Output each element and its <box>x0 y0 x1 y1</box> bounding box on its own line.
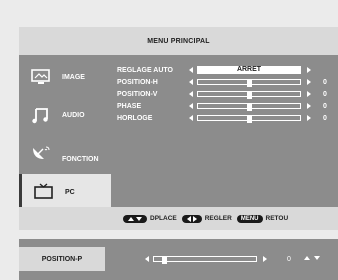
quick-label: POSITION-P <box>19 247 105 271</box>
tv-icon <box>34 183 53 199</box>
sidebar-item-label: IMAGE <box>62 73 85 81</box>
slider-thumb[interactable] <box>247 79 252 87</box>
setting-horloge[interactable]: HORLOGE 0 <box>117 114 338 125</box>
left-arrow-icon[interactable] <box>189 91 193 97</box>
slider-value: 0 <box>287 256 291 263</box>
left-arrow-icon[interactable] <box>189 67 193 73</box>
setting-label: POSITION-H <box>117 79 158 86</box>
quick-adjust-bar: POSITION-P 0 <box>19 239 338 280</box>
right-arrow-icon[interactable] <box>307 79 311 85</box>
left-arrow-icon[interactable] <box>189 115 193 121</box>
left-arrow-icon[interactable] <box>189 79 193 85</box>
right-arrow-icon[interactable] <box>307 91 311 97</box>
hint-adjust: REGLER <box>204 215 232 222</box>
horloge-slider[interactable]: 0 <box>189 114 327 123</box>
down-arrow-icon <box>314 256 320 260</box>
sidebar-item-label: FONCTION <box>62 155 99 163</box>
phase-slider[interactable]: 0 <box>189 102 327 111</box>
slider-thumb[interactable] <box>247 115 252 123</box>
monitor-icon <box>31 69 50 84</box>
hint-back: RETOU <box>265 215 289 222</box>
slider-track[interactable] <box>197 115 301 123</box>
satellite-dish-icon <box>33 146 50 159</box>
down-arrow-icon <box>136 216 142 221</box>
up-down-key <box>123 214 147 223</box>
slider-thumb[interactable] <box>162 256 167 264</box>
slider-thumb[interactable] <box>247 103 252 111</box>
position-p-slider[interactable]: 0 <box>145 255 291 264</box>
menu-title: MENU PRINCIPAL <box>19 27 338 55</box>
slider-track[interactable] <box>197 103 301 111</box>
sidebar: IMAGE AUDIO FONCTION PC <box>19 59 111 229</box>
slider-thumb[interactable] <box>247 91 252 99</box>
left-right-key <box>181 214 202 223</box>
menu-key: MENU <box>236 214 263 223</box>
setting-position-v[interactable]: POSITION-V 0 <box>117 90 338 101</box>
music-note-icon <box>32 108 48 124</box>
setting-label: POSITION-V <box>117 91 158 98</box>
setting-position-h[interactable]: POSITION-H 0 <box>117 78 338 89</box>
sidebar-item-label: AUDIO <box>62 111 85 119</box>
right-arrow-icon[interactable] <box>263 256 267 262</box>
left-arrow-icon[interactable] <box>189 103 193 109</box>
sidebar-item-audio[interactable]: AUDIO <box>19 97 111 133</box>
sidebar-item-pc[interactable]: PC <box>19 174 111 210</box>
left-arrow-icon[interactable] <box>145 256 149 262</box>
right-arrow-icon[interactable] <box>307 67 311 73</box>
setting-label: HORLOGE <box>117 115 153 122</box>
up-arrow-icon <box>304 256 310 260</box>
slider-value: 0 <box>323 103 327 110</box>
setting-label: REGLAGE AUTO <box>117 67 174 74</box>
slider-track[interactable] <box>153 256 257 264</box>
hint-move: DPLACE <box>150 215 177 222</box>
select-value: ARRET <box>197 66 301 74</box>
position-h-slider[interactable]: 0 <box>189 78 327 87</box>
quick-arrows <box>302 256 322 260</box>
up-arrow-icon <box>128 216 134 221</box>
right-arrow-icon[interactable] <box>307 103 311 109</box>
left-arrow-icon <box>186 215 191 222</box>
slider-track[interactable] <box>197 91 301 99</box>
setting-label: PHASE <box>117 103 142 110</box>
slider-value: 0 <box>323 79 327 86</box>
setting-reglage-auto[interactable]: REGLAGE AUTO ARRET <box>117 66 338 77</box>
hint-bar: DPLACE REGLER MENU RETOU <box>19 207 338 230</box>
sidebar-item-fonction[interactable]: FONCTION <box>19 135 111 171</box>
sidebar-item-image[interactable]: IMAGE <box>19 59 111 95</box>
slider-track[interactable] <box>197 79 301 87</box>
setting-phase[interactable]: PHASE 0 <box>117 102 338 113</box>
reglage-auto-select[interactable]: ARRET <box>189 66 311 75</box>
osd-menu: MENU PRINCIPAL IMAGE AUDIO FONCTION PC R… <box>19 27 338 230</box>
slider-value: 0 <box>323 115 327 122</box>
sidebar-item-label: PC <box>65 188 75 196</box>
right-arrow-icon[interactable] <box>307 115 311 121</box>
settings-list: REGLAGE AUTO ARRET POSITION-H 0 POSITION… <box>117 66 338 166</box>
slider-value: 0 <box>323 91 327 98</box>
position-v-slider[interactable]: 0 <box>189 90 327 99</box>
right-arrow-icon <box>192 215 197 222</box>
